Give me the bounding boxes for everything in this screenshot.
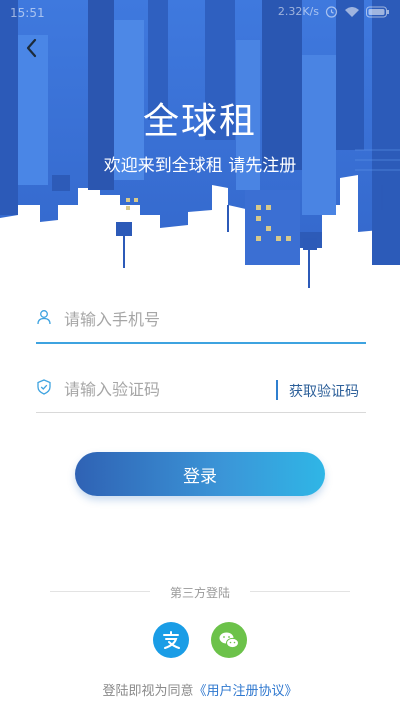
shield-icon [37, 379, 51, 395]
alipay-login-button[interactable] [153, 622, 189, 658]
status-time: 15:51 [10, 6, 45, 20]
code-field: 获取验证码 [36, 370, 366, 413]
hero-banner [0, 0, 400, 300]
phone-field [36, 300, 366, 344]
wechat-login-button[interactable] [211, 622, 247, 658]
phone-input[interactable] [62, 302, 286, 336]
chevron-left-icon [26, 38, 37, 58]
code-divider [276, 380, 278, 400]
agreement-text: 登陆即视为同意《用户注册协议》 [0, 680, 400, 699]
user-agreement-link[interactable]: 《用户注册协议》 [194, 684, 298, 699]
get-code-button[interactable]: 获取验证码 [289, 381, 359, 401]
city-skyline-illustration [0, 0, 400, 288]
battery-icon [366, 6, 389, 17]
network-speed: 2.32K/s [277, 5, 319, 18]
agreement-prefix: 登陆即视为同意 [102, 684, 194, 699]
code-input[interactable] [62, 372, 286, 406]
status-icons: 2.32K/s [278, 5, 390, 18]
third-party-divider: 第三方登陆 [0, 584, 400, 600]
alarm-icon [325, 6, 338, 18]
third-party-label: 第三方登陆 [169, 586, 230, 600]
divider-line-left [50, 591, 150, 592]
user-icon [37, 310, 51, 325]
back-button[interactable] [20, 36, 44, 60]
alipay-icon [163, 631, 180, 649]
status-bar: 15:51 2.32K/s [0, 0, 400, 26]
welcome-subtitle: 欢迎来到全球租 请先注册 [103, 156, 297, 176]
wifi-icon [345, 6, 359, 17]
app-title: 全球租 [142, 101, 257, 142]
wechat-icon [219, 632, 239, 649]
divider-line-right [250, 591, 350, 592]
login-button[interactable]: 登录 [75, 452, 325, 496]
